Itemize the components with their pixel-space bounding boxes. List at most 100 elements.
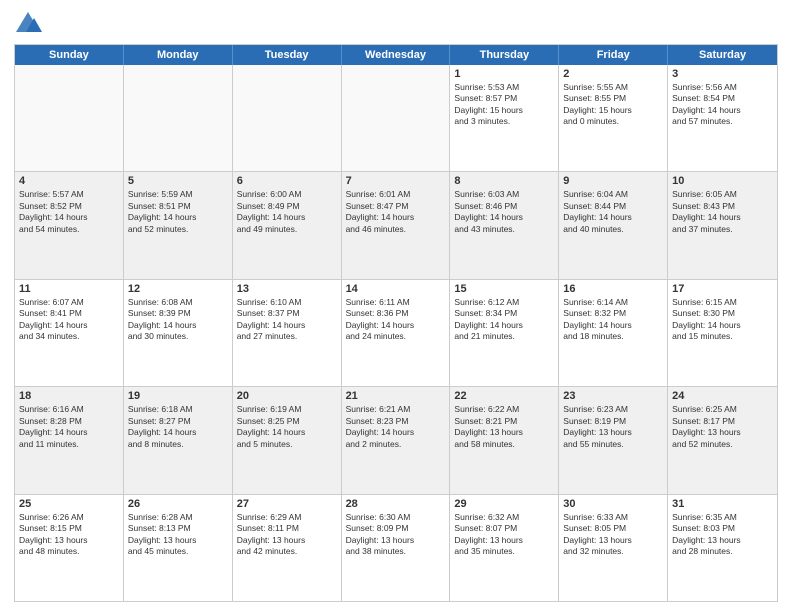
day-details: Sunrise: 5:55 AM Sunset: 8:55 PM Dayligh… xyxy=(563,82,663,128)
calendar-day-18: 18 Sunrise: 6:16 AM Sunset: 8:28 PM Dayli… xyxy=(15,387,124,493)
day-details: Sunrise: 5:59 AM Sunset: 8:51 PM Dayligh… xyxy=(128,189,228,235)
calendar-week-3: 11Sunrise: 6:07 AM Sunset: 8:41 PM Dayli… xyxy=(15,280,777,387)
day-details: Sunrise: 6:08 AM Sunset: 8:39 PM Dayligh… xyxy=(128,297,228,343)
day-number: 25 xyxy=(19,498,119,510)
day-details: Sunrise: 6:35 AM Sunset: 8:03 PM Dayligh… xyxy=(672,512,773,558)
day-number: 26 xyxy=(128,498,228,510)
calendar-day-25: 25 Sunrise: 6:26 AM Sunset: 8:15 PM Dayli… xyxy=(15,495,124,601)
day-number: 17 xyxy=(672,283,773,295)
day-number: 8 xyxy=(454,175,554,187)
day-header-thursday: Thursday xyxy=(450,45,559,65)
day-number: 27 xyxy=(237,498,337,510)
day-number: 9 xyxy=(563,175,663,187)
day-details: Sunrise: 6:28 AM Sunset: 8:13 PM Dayligh… xyxy=(128,512,228,558)
day-details: Sunrise: 6:04 AM Sunset: 8:44 PM Dayligh… xyxy=(563,189,663,235)
day-number: 28 xyxy=(346,498,446,510)
calendar-day-8: 8 Sunrise: 6:03 AM Sunset: 8:46 PM Daylig… xyxy=(450,172,559,278)
day-number: 30 xyxy=(563,498,663,510)
day-number: 22 xyxy=(454,390,554,402)
day-number: 15 xyxy=(454,283,554,295)
page-header xyxy=(14,10,778,38)
logo-icon xyxy=(14,10,42,38)
day-details: Sunrise: 6:03 AM Sunset: 8:46 PM Dayligh… xyxy=(454,189,554,235)
calendar-day-17: 17 Sunrise: 6:15 AM Sunset: 8:30 PM Dayli… xyxy=(668,280,777,386)
day-number: 23 xyxy=(563,390,663,402)
calendar-day-28: 28 Sunrise: 6:30 AM Sunset: 8:09 PM Dayli… xyxy=(342,495,451,601)
calendar-day-10: 10 Sunrise: 6:05 AM Sunset: 8:43 PM Dayli… xyxy=(668,172,777,278)
day-number: 7 xyxy=(346,175,446,187)
calendar-week-5: 25 Sunrise: 6:26 AM Sunset: 8:15 PM Dayli… xyxy=(15,495,777,601)
day-details: Sunrise: 5:53 AM Sunset: 8:57 PM Dayligh… xyxy=(454,82,554,128)
day-details: Sunrise: 5:57 AM Sunset: 8:52 PM Dayligh… xyxy=(19,189,119,235)
day-number: 13 xyxy=(237,283,337,295)
calendar-empty-cell xyxy=(124,65,233,171)
day-details: Sunrise: 6:21 AM Sunset: 8:23 PM Dayligh… xyxy=(346,404,446,450)
calendar-day-2: 2Sunrise: 5:55 AM Sunset: 8:55 PM Daylig… xyxy=(559,65,668,171)
day-number: 21 xyxy=(346,390,446,402)
day-number: 10 xyxy=(672,175,773,187)
day-number: 4 xyxy=(19,175,119,187)
calendar-day-6: 6 Sunrise: 6:00 AM Sunset: 8:49 PM Daylig… xyxy=(233,172,342,278)
day-details: Sunrise: 6:19 AM Sunset: 8:25 PM Dayligh… xyxy=(237,404,337,450)
day-number: 5 xyxy=(128,175,228,187)
day-details: Sunrise: 6:16 AM Sunset: 8:28 PM Dayligh… xyxy=(19,404,119,450)
calendar-day-14: 14 Sunrise: 6:11 AM Sunset: 8:36 PM Dayli… xyxy=(342,280,451,386)
day-details: Sunrise: 6:18 AM Sunset: 8:27 PM Dayligh… xyxy=(128,404,228,450)
day-number: 6 xyxy=(237,175,337,187)
calendar: SundayMondayTuesdayWednesdayThursdayFrid… xyxy=(14,44,778,602)
calendar-day-1: 1Sunrise: 5:53 AM Sunset: 8:57 PM Daylig… xyxy=(450,65,559,171)
day-details: Sunrise: 6:00 AM Sunset: 8:49 PM Dayligh… xyxy=(237,189,337,235)
day-details: Sunrise: 6:05 AM Sunset: 8:43 PM Dayligh… xyxy=(672,189,773,235)
calendar-day-19: 19 Sunrise: 6:18 AM Sunset: 8:27 PM Dayli… xyxy=(124,387,233,493)
day-number: 20 xyxy=(237,390,337,402)
calendar-day-12: 12 Sunrise: 6:08 AM Sunset: 8:39 PM Dayli… xyxy=(124,280,233,386)
day-header-wednesday: Wednesday xyxy=(342,45,451,65)
day-number: 29 xyxy=(454,498,554,510)
calendar-empty-cell xyxy=(342,65,451,171)
day-details: Sunrise: 6:26 AM Sunset: 8:15 PM Dayligh… xyxy=(19,512,119,558)
day-number: 18 xyxy=(19,390,119,402)
day-details: Sunrise: 6:12 AM Sunset: 8:34 PM Dayligh… xyxy=(454,297,554,343)
calendar-day-26: 26 Sunrise: 6:28 AM Sunset: 8:13 PM Dayli… xyxy=(124,495,233,601)
calendar-day-23: 23 Sunrise: 6:23 AM Sunset: 8:19 PM Dayli… xyxy=(559,387,668,493)
calendar-day-22: 22 Sunrise: 6:22 AM Sunset: 8:21 PM Dayli… xyxy=(450,387,559,493)
day-details: Sunrise: 6:29 AM Sunset: 8:11 PM Dayligh… xyxy=(237,512,337,558)
day-details: Sunrise: 6:25 AM Sunset: 8:17 PM Dayligh… xyxy=(672,404,773,450)
day-number: 14 xyxy=(346,283,446,295)
day-details: Sunrise: 6:23 AM Sunset: 8:19 PM Dayligh… xyxy=(563,404,663,450)
day-details: Sunrise: 6:11 AM Sunset: 8:36 PM Dayligh… xyxy=(346,297,446,343)
calendar-week-2: 4 Sunrise: 5:57 AM Sunset: 8:52 PM Daylig… xyxy=(15,172,777,279)
day-header-monday: Monday xyxy=(124,45,233,65)
calendar-header: SundayMondayTuesdayWednesdayThursdayFrid… xyxy=(15,45,777,65)
calendar-week-1: 1Sunrise: 5:53 AM Sunset: 8:57 PM Daylig… xyxy=(15,65,777,172)
day-details: Sunrise: 6:10 AM Sunset: 8:37 PM Dayligh… xyxy=(237,297,337,343)
day-header-tuesday: Tuesday xyxy=(233,45,342,65)
day-details: Sunrise: 6:30 AM Sunset: 8:09 PM Dayligh… xyxy=(346,512,446,558)
day-number: 11 xyxy=(19,283,119,295)
day-number: 19 xyxy=(128,390,228,402)
day-number: 31 xyxy=(672,498,773,510)
calendar-day-20: 20 Sunrise: 6:19 AM Sunset: 8:25 PM Dayli… xyxy=(233,387,342,493)
calendar-day-9: 9 Sunrise: 6:04 AM Sunset: 8:44 PM Daylig… xyxy=(559,172,668,278)
calendar-day-4: 4 Sunrise: 5:57 AM Sunset: 8:52 PM Daylig… xyxy=(15,172,124,278)
calendar-week-4: 18 Sunrise: 6:16 AM Sunset: 8:28 PM Dayli… xyxy=(15,387,777,494)
day-number: 16 xyxy=(563,283,663,295)
calendar-day-30: 30 Sunrise: 6:33 AM Sunset: 8:05 PM Dayli… xyxy=(559,495,668,601)
day-details: Sunrise: 6:15 AM Sunset: 8:30 PM Dayligh… xyxy=(672,297,773,343)
day-header-sunday: Sunday xyxy=(15,45,124,65)
logo xyxy=(14,10,46,38)
day-details: Sunrise: 6:22 AM Sunset: 8:21 PM Dayligh… xyxy=(454,404,554,450)
calendar-day-5: 5 Sunrise: 5:59 AM Sunset: 8:51 PM Daylig… xyxy=(124,172,233,278)
calendar-day-11: 11Sunrise: 6:07 AM Sunset: 8:41 PM Dayli… xyxy=(15,280,124,386)
calendar-day-31: 31 Sunrise: 6:35 AM Sunset: 8:03 PM Dayli… xyxy=(668,495,777,601)
day-header-saturday: Saturday xyxy=(668,45,777,65)
calendar-day-15: 15 Sunrise: 6:12 AM Sunset: 8:34 PM Dayli… xyxy=(450,280,559,386)
calendar-day-7: 7Sunrise: 6:01 AM Sunset: 8:47 PM Daylig… xyxy=(342,172,451,278)
calendar-day-24: 24Sunrise: 6:25 AM Sunset: 8:17 PM Dayli… xyxy=(668,387,777,493)
day-details: Sunrise: 6:33 AM Sunset: 8:05 PM Dayligh… xyxy=(563,512,663,558)
calendar-day-13: 13 Sunrise: 6:10 AM Sunset: 8:37 PM Dayli… xyxy=(233,280,342,386)
day-number: 12 xyxy=(128,283,228,295)
calendar-day-16: 16Sunrise: 6:14 AM Sunset: 8:32 PM Dayli… xyxy=(559,280,668,386)
day-header-friday: Friday xyxy=(559,45,668,65)
calendar-day-3: 3Sunrise: 5:56 AM Sunset: 8:54 PM Daylig… xyxy=(668,65,777,171)
